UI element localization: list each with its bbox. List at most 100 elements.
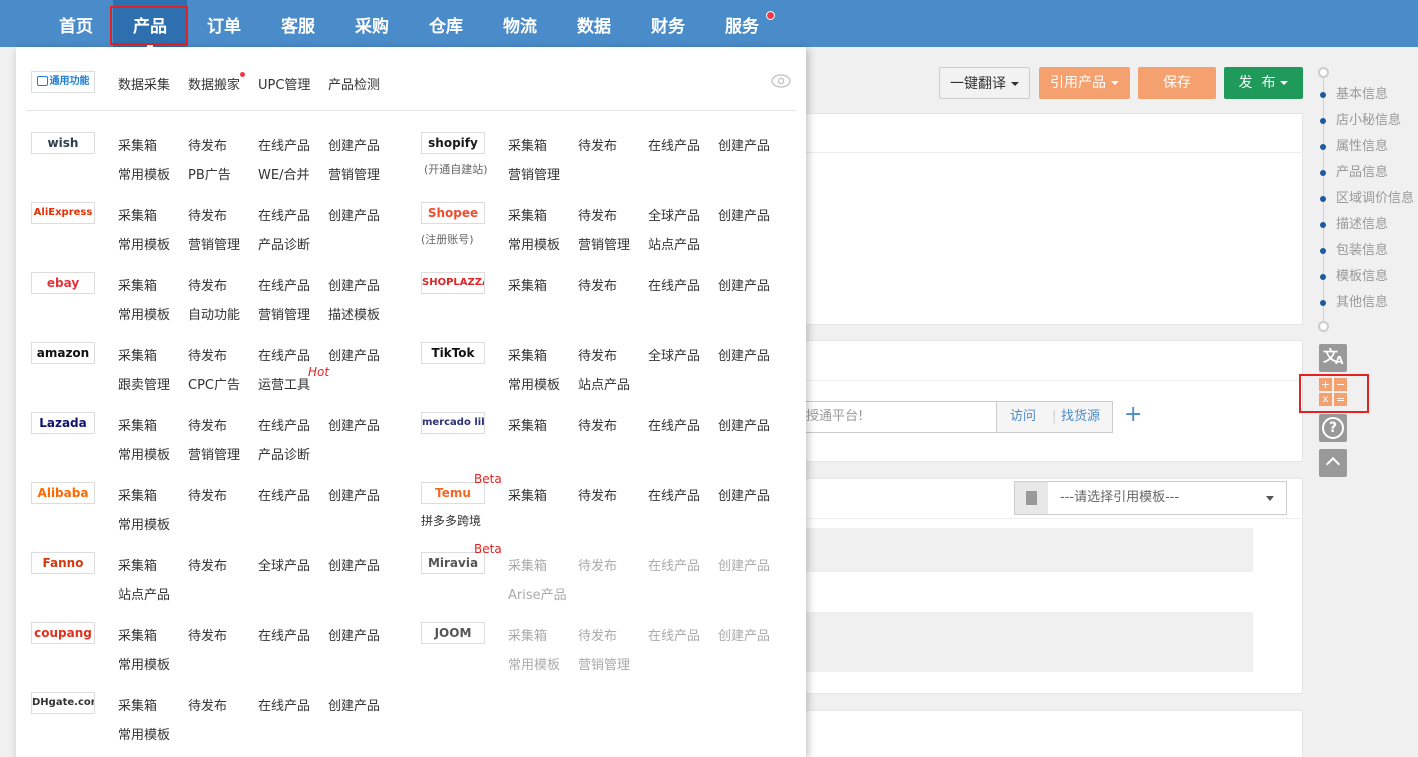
platform-menu-link[interactable]: 营销管理 xyxy=(328,164,380,183)
platform-menu-link[interactable]: 产品诊断 xyxy=(258,234,310,253)
platform-logo[interactable]: ebay xyxy=(31,272,95,294)
platform-menu-link[interactable]: 采集箱 xyxy=(118,345,157,364)
platform-menu-link[interactable]: 营销管理 xyxy=(578,234,630,253)
platform-menu-link[interactable]: 在线产品 xyxy=(258,485,310,504)
platform-logo[interactable]: AliExpress xyxy=(31,202,95,224)
platform-logo[interactable]: Alibaba xyxy=(31,482,95,504)
general-function-link[interactable]: 产品检测 xyxy=(328,74,380,93)
platform-menu-link[interactable]: 营销管理 xyxy=(188,234,240,253)
platform-menu-link[interactable]: 创建产品 xyxy=(718,485,770,504)
platform-menu-link[interactable]: 采集箱 xyxy=(118,695,157,714)
platform-menu-link[interactable]: 在线产品 xyxy=(648,135,700,154)
platform-logo[interactable]: mercado libre xyxy=(421,412,485,434)
platform-menu-link[interactable]: 在线产品 xyxy=(258,345,310,364)
nav-item[interactable]: 财务 xyxy=(631,0,705,47)
platform-menu-link[interactable]: 待发布 xyxy=(578,275,617,294)
platform-menu-link[interactable]: 待发布 xyxy=(188,625,227,644)
platform-menu-link[interactable]: 采集箱 xyxy=(118,485,157,504)
translate-button[interactable]: 一键翻译 xyxy=(939,67,1030,99)
platform-menu-link[interactable]: 常用模板 xyxy=(508,654,560,673)
platform-menu-link[interactable]: 采集箱 xyxy=(118,555,157,574)
cite-product-button[interactable]: 引用产品 xyxy=(1039,67,1130,99)
platform-menu-link[interactable]: 常用模板 xyxy=(118,234,170,253)
general-function-link[interactable]: UPC管理 xyxy=(258,74,310,93)
visit-button[interactable]: 访问 xyxy=(1010,402,1036,432)
platform-menu-link[interactable]: 待发布 xyxy=(188,485,227,504)
platform-menu-link[interactable]: 采集箱 xyxy=(118,625,157,644)
platform-url-input[interactable]: 授通平台! xyxy=(806,401,997,433)
nav-item[interactable]: 首页 xyxy=(39,0,113,47)
platform-menu-link[interactable]: 自动功能 xyxy=(188,304,240,323)
nav-item[interactable]: 采购 xyxy=(335,0,409,47)
add-icon[interactable]: + xyxy=(1124,402,1142,428)
platform-menu-link[interactable]: 在线产品 xyxy=(648,275,700,294)
platform-menu-link[interactable]: 待发布 xyxy=(578,485,617,504)
platform-menu-link[interactable]: 在线产品 xyxy=(648,415,700,434)
platform-menu-link[interactable]: 待发布 xyxy=(188,275,227,294)
platform-menu-link[interactable]: 创建产品 xyxy=(718,135,770,154)
platform-menu-link[interactable]: 常用模板 xyxy=(118,164,170,183)
platform-menu-link[interactable]: 常用模板 xyxy=(118,724,170,743)
platform-menu-link[interactable]: 运营工具 xyxy=(258,374,310,393)
nav-item[interactable]: 订单 xyxy=(187,0,261,47)
platform-menu-link[interactable]: 常用模板 xyxy=(508,374,560,393)
general-function-link[interactable]: 数据搬家 xyxy=(188,74,240,93)
translate-icon[interactable]: 文 A xyxy=(1319,344,1347,372)
platform-logo[interactable]: wish xyxy=(31,132,95,154)
platform-menu-link[interactable]: 创建产品 xyxy=(328,205,380,224)
platform-logo[interactable]: coupang xyxy=(31,622,95,644)
platform-menu-link[interactable]: 常用模板 xyxy=(118,654,170,673)
platform-menu-link[interactable]: 创建产品 xyxy=(328,275,380,294)
nav-item[interactable]: 数据 xyxy=(557,0,631,47)
platform-menu-link[interactable]: 待发布 xyxy=(188,205,227,224)
platform-menu-link[interactable]: 站点产品 xyxy=(118,584,170,603)
platform-menu-link[interactable]: 全球产品 xyxy=(648,205,700,224)
platform-menu-link[interactable]: 描述模板 xyxy=(328,304,380,323)
platform-menu-link[interactable]: 创建产品 xyxy=(328,415,380,434)
save-button[interactable]: 保存 xyxy=(1138,67,1216,99)
platform-menu-link[interactable]: 在线产品 xyxy=(648,625,700,644)
platform-menu-link[interactable]: 创建产品 xyxy=(328,695,380,714)
platform-menu-link[interactable]: 创建产品 xyxy=(328,555,380,574)
platform-menu-link[interactable]: 采集箱 xyxy=(118,205,157,224)
platform-logo[interactable]: Shopee xyxy=(421,202,485,224)
platform-menu-link[interactable]: 待发布 xyxy=(578,555,617,574)
platform-menu-link[interactable]: 待发布 xyxy=(188,135,227,154)
platform-menu-link[interactable]: 创建产品 xyxy=(328,135,380,154)
platform-menu-link[interactable]: 待发布 xyxy=(578,345,617,364)
platform-logo[interactable]: TikTok xyxy=(421,342,485,364)
platform-menu-link[interactable]: 在线产品 xyxy=(648,485,700,504)
platform-menu-link[interactable]: 营销管理 xyxy=(508,164,560,183)
platform-menu-link[interactable]: 采集箱 xyxy=(118,415,157,434)
platform-menu-link[interactable]: 营销管理 xyxy=(188,444,240,463)
platform-menu-link[interactable]: WE/合并 xyxy=(258,164,309,183)
nav-item[interactable]: 客服 xyxy=(261,0,335,47)
platform-menu-link[interactable]: 创建产品 xyxy=(718,205,770,224)
platform-menu-link[interactable]: 待发布 xyxy=(578,135,617,154)
platform-logo[interactable]: Fanno xyxy=(31,552,95,574)
platform-menu-link[interactable]: 产品诊断 xyxy=(258,444,310,463)
platform-menu-link[interactable]: 待发布 xyxy=(578,205,617,224)
platform-menu-link[interactable]: 站点产品 xyxy=(648,234,700,253)
platform-subtitle[interactable]: (开通自建站) xyxy=(424,161,488,177)
help-icon[interactable]: ? xyxy=(1319,414,1347,442)
platform-menu-link[interactable]: 采集箱 xyxy=(508,345,547,364)
platform-logo[interactable]: DHgate.com xyxy=(31,692,95,714)
platform-logo[interactable]: amazon xyxy=(31,342,95,364)
template-select[interactable]: ---请选择引用模板--- xyxy=(1014,481,1287,515)
platform-menu-link[interactable]: 全球产品 xyxy=(648,345,700,364)
eye-icon[interactable] xyxy=(771,74,791,88)
platform-menu-link[interactable]: 待发布 xyxy=(188,555,227,574)
platform-menu-link[interactable]: 创建产品 xyxy=(718,625,770,644)
platform-menu-link[interactable]: 创建产品 xyxy=(718,415,770,434)
platform-menu-link[interactable]: 创建产品 xyxy=(328,485,380,504)
nav-item[interactable]: 物流 xyxy=(483,0,557,47)
platform-menu-link[interactable]: 待发布 xyxy=(188,415,227,434)
platform-menu-link[interactable]: 在线产品 xyxy=(258,135,310,154)
platform-menu-link[interactable]: 创建产品 xyxy=(718,555,770,574)
find-source-button[interactable]: 找货源 xyxy=(1061,402,1100,432)
platform-logo[interactable]: JOOM xyxy=(421,622,485,644)
platform-menu-link[interactable]: 采集箱 xyxy=(508,275,547,294)
general-function-link[interactable]: 数据采集 xyxy=(118,74,170,93)
platform-menu-link[interactable]: Arise产品 xyxy=(508,584,567,603)
